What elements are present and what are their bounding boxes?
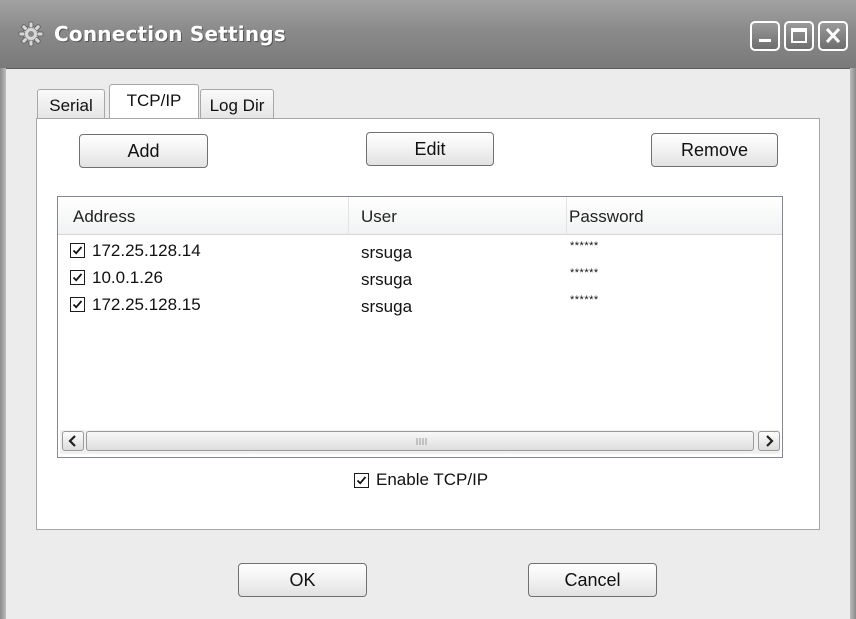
column-divider[interactable]: [566, 197, 567, 234]
checkmark-icon: [72, 300, 83, 309]
tab-tcpip-label: TCP/IP: [126, 91, 182, 110]
row-password: ******: [570, 294, 599, 306]
minimize-button[interactable]: [750, 21, 780, 51]
connections-list[interactable]: Address User Password 172.25.128.14 srsu…: [57, 196, 783, 458]
tab-log-dir[interactable]: Log Dir: [200, 89, 274, 119]
row-checkbox[interactable]: [70, 270, 85, 285]
table-row[interactable]: 172.25.128.15 srsuga ******: [58, 294, 782, 323]
row-password: ******: [570, 267, 599, 279]
window-title: Connection Settings: [54, 22, 286, 46]
ok-button[interactable]: OK: [238, 563, 367, 597]
checkmark-icon: [72, 246, 83, 255]
window-frame-right[interactable]: [850, 68, 856, 619]
column-divider[interactable]: [348, 197, 349, 234]
tab-serial[interactable]: Serial: [37, 89, 105, 119]
scroll-thumb[interactable]: [86, 431, 754, 451]
horizontal-scrollbar[interactable]: [60, 430, 780, 454]
ok-button-label: OK: [289, 569, 316, 590]
close-button[interactable]: [818, 21, 848, 51]
maximize-button[interactable]: [784, 21, 814, 51]
row-checkbox[interactable]: [70, 243, 85, 258]
row-user: srsuga: [361, 243, 413, 262]
window-frame-left: [0, 68, 6, 619]
column-header-password[interactable]: Password: [569, 207, 644, 227]
checkmark-icon: [356, 476, 367, 485]
row-checkbox[interactable]: [70, 297, 85, 312]
column-header-user[interactable]: User: [361, 207, 397, 227]
scroll-left-button[interactable]: [62, 431, 84, 451]
add-button-label: Add: [127, 140, 160, 161]
row-user: srsuga: [361, 297, 413, 316]
cancel-button-label: Cancel: [564, 569, 621, 590]
remove-button[interactable]: Remove: [651, 133, 778, 167]
row-user: srsuga: [361, 270, 413, 289]
tab-tcpip[interactable]: TCP/IP: [109, 84, 199, 118]
scroll-right-icon: [766, 435, 774, 447]
row-address: 10.0.1.26: [92, 268, 163, 287]
maximize-icon: [791, 28, 807, 43]
tab-serial-label: Serial: [49, 96, 93, 115]
scroll-grip-icon: [416, 438, 427, 445]
scroll-left-icon: [68, 435, 76, 447]
title-bar[interactable]: Connection Settings: [0, 0, 856, 69]
remove-button-label: Remove: [680, 139, 749, 160]
edit-button-label: Edit: [414, 138, 446, 159]
column-header-address[interactable]: Address: [73, 207, 135, 227]
gear-icon: [18, 21, 44, 47]
edit-button[interactable]: Edit: [366, 132, 494, 166]
row-address: 172.25.128.14: [92, 241, 201, 260]
cancel-button[interactable]: Cancel: [528, 563, 657, 597]
list-header: Address User Password: [58, 197, 782, 235]
row-address: 172.25.128.15: [92, 295, 201, 314]
table-row[interactable]: 172.25.128.14 srsuga ******: [58, 240, 782, 269]
enable-tcpip-label[interactable]: Enable TCP/IP: [376, 470, 488, 490]
minimize-icon: [759, 39, 771, 42]
tab-log-dir-label: Log Dir: [209, 96, 265, 115]
enable-tcpip-checkbox[interactable]: [354, 473, 369, 488]
table-row[interactable]: 10.0.1.26 srsuga ******: [58, 267, 782, 296]
connection-settings-window: Connection Settings Serial TCP/IP Log Di…: [0, 0, 856, 619]
checkmark-icon: [72, 273, 83, 282]
row-password: ******: [570, 240, 599, 252]
add-button[interactable]: Add: [79, 134, 208, 168]
scroll-right-button[interactable]: [758, 431, 780, 451]
close-icon: [825, 27, 841, 44]
